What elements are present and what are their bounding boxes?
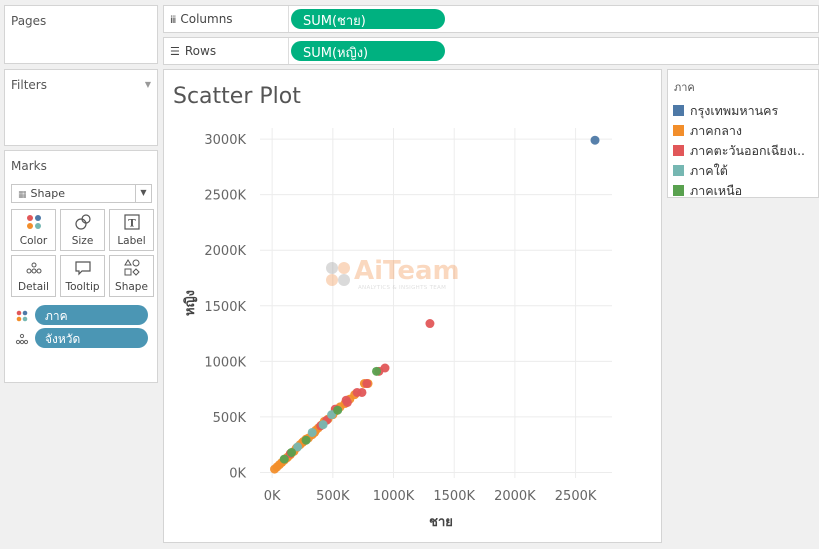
columns-field-pill[interactable]: SUM(ชาย) bbox=[291, 9, 445, 29]
x-tick-label: 1000K bbox=[373, 489, 415, 504]
rows-icon: ☰ bbox=[170, 45, 180, 58]
y-tick-label: 1000K bbox=[204, 355, 246, 370]
x-axis-title: ชาย bbox=[429, 515, 453, 530]
size-icon bbox=[61, 213, 104, 235]
legend-item[interactable]: ภาคเหนือ bbox=[673, 181, 742, 201]
legend-swatch bbox=[673, 125, 684, 136]
color-icon bbox=[12, 213, 55, 235]
marks-card: Marks ▦ Shape ▼ Color Size T Label Detail… bbox=[4, 150, 158, 383]
legend-title: ภาค bbox=[674, 81, 695, 94]
size-button[interactable]: Size bbox=[60, 209, 105, 251]
watermark-tagline: ANALYTICS & INSIGHTS TEAM bbox=[358, 285, 447, 291]
shape-icon bbox=[110, 259, 153, 281]
x-tick-label: 0K bbox=[264, 489, 281, 504]
color-button[interactable]: Color bbox=[11, 209, 56, 251]
y-tick-label: 1500K bbox=[204, 300, 246, 315]
field-pill-region[interactable]: ภาค bbox=[35, 305, 148, 325]
columns-shelf-label: iii Columns bbox=[170, 12, 233, 26]
scatter-point[interactable] bbox=[372, 366, 382, 376]
scatter-point[interactable] bbox=[287, 447, 297, 457]
legend-card: ภาค กรุงเทพมหานคร ภาคกลาง ภาคตะวันออกเฉี… bbox=[667, 69, 819, 198]
y-axis-title: หญิง bbox=[183, 290, 198, 316]
filters-card[interactable]: Filters ▼ bbox=[4, 69, 158, 146]
legend-item[interactable]: ภาคกลาง bbox=[673, 121, 742, 141]
chart-panel: 0K 500K 1000K 1500K 2000K 2500K 3000K 0K 500K 100… bbox=[163, 69, 662, 543]
pages-card[interactable]: Pages bbox=[4, 5, 158, 64]
mark-type-dropdown[interactable]: ▦ Shape ▼ bbox=[11, 184, 152, 203]
detail-encoding-icon bbox=[15, 331, 29, 350]
label-button[interactable]: T Label bbox=[109, 209, 154, 251]
scatter-point[interactable] bbox=[333, 405, 343, 415]
x-tick-label: 2000K bbox=[494, 489, 536, 504]
x-tick-label: 1500K bbox=[433, 489, 475, 504]
y-tick-label: 2500K bbox=[204, 189, 246, 204]
watermark-name: AiTeam bbox=[354, 256, 460, 286]
scatter-point[interactable] bbox=[590, 135, 600, 145]
color-button-label: Color bbox=[19, 235, 48, 247]
marks-title: Marks bbox=[11, 159, 47, 173]
scatter-point[interactable] bbox=[342, 397, 352, 407]
field-pill-province-label: จังหวัด bbox=[45, 332, 81, 346]
legend-swatch bbox=[673, 145, 684, 156]
columns-icon: iii bbox=[170, 15, 176, 26]
label-icon: T bbox=[110, 213, 153, 235]
scatter-point[interactable] bbox=[425, 319, 435, 329]
filters-menu-icon[interactable]: ▼ bbox=[145, 80, 151, 89]
label-button-label: Label bbox=[117, 235, 146, 247]
tooltip-button-label: Tooltip bbox=[65, 281, 100, 293]
scatter-chart[interactable]: 0K 500K 1000K 1500K 2000K 2500K 3000K 0K 500K 100… bbox=[164, 70, 661, 542]
field-pill-region-label: ภาค bbox=[45, 309, 68, 323]
scatter-point[interactable] bbox=[318, 420, 328, 430]
tooltip-icon bbox=[61, 259, 104, 281]
shelf-divider bbox=[288, 6, 289, 32]
columns-shelf[interactable]: iii Columns SUM(ชาย) bbox=[163, 5, 819, 33]
chevron-down-icon[interactable]: ▼ bbox=[135, 185, 151, 202]
rows-shelf[interactable]: ☰ Rows SUM(หญิง) bbox=[163, 37, 819, 65]
y-tick-label: 0K bbox=[229, 466, 246, 481]
scatter-point[interactable] bbox=[357, 387, 367, 397]
legend-item[interactable]: ภาคใต้ bbox=[673, 161, 728, 181]
rows-field-pill[interactable]: SUM(หญิง) bbox=[291, 41, 445, 61]
svg-text:T: T bbox=[128, 219, 136, 230]
y-tick-label: 3000K bbox=[204, 133, 246, 148]
pages-title: Pages bbox=[11, 14, 47, 28]
shape-button[interactable]: Shape bbox=[109, 255, 154, 297]
detail-button[interactable]: Detail bbox=[11, 255, 56, 297]
detail-button-label: Detail bbox=[18, 281, 49, 293]
legend-swatch bbox=[673, 185, 684, 196]
legend-item[interactable]: กรุงเทพมหานคร bbox=[673, 101, 778, 121]
shelf-divider bbox=[288, 38, 289, 64]
chart-title: Scatter Plot bbox=[173, 84, 301, 109]
watermark-dots-icon bbox=[326, 262, 350, 286]
mark-type-value: Shape bbox=[30, 187, 65, 200]
x-tick-label: 2500K bbox=[555, 489, 597, 504]
tooltip-button[interactable]: Tooltip bbox=[60, 255, 105, 297]
y-tick-label: 2000K bbox=[204, 244, 246, 259]
y-tick-label: 500K bbox=[213, 411, 247, 426]
filters-title: Filters bbox=[11, 78, 47, 92]
scatter-point[interactable] bbox=[301, 435, 311, 445]
color-encoding-icon bbox=[15, 308, 29, 327]
legend-item[interactable]: ภาคตะวันออกเฉียงเ.. bbox=[673, 141, 805, 161]
legend-swatch bbox=[673, 105, 684, 116]
scatter-point[interactable] bbox=[362, 379, 372, 389]
detail-icon bbox=[12, 259, 55, 281]
x-tick-label: 500K bbox=[316, 489, 350, 504]
legend-swatch bbox=[673, 165, 684, 176]
rows-shelf-label: ☰ Rows bbox=[170, 44, 217, 58]
shape-mark-icon: ▦ bbox=[18, 190, 27, 200]
field-pill-province[interactable]: จังหวัด bbox=[35, 328, 148, 348]
shape-button-label: Shape bbox=[115, 281, 148, 293]
scatter-point[interactable] bbox=[279, 454, 289, 464]
watermark-logo: AiTeam ANALYTICS & INSIGHTS TEAM bbox=[324, 256, 484, 296]
size-button-label: Size bbox=[71, 235, 94, 247]
scatter-point[interactable] bbox=[307, 427, 317, 437]
